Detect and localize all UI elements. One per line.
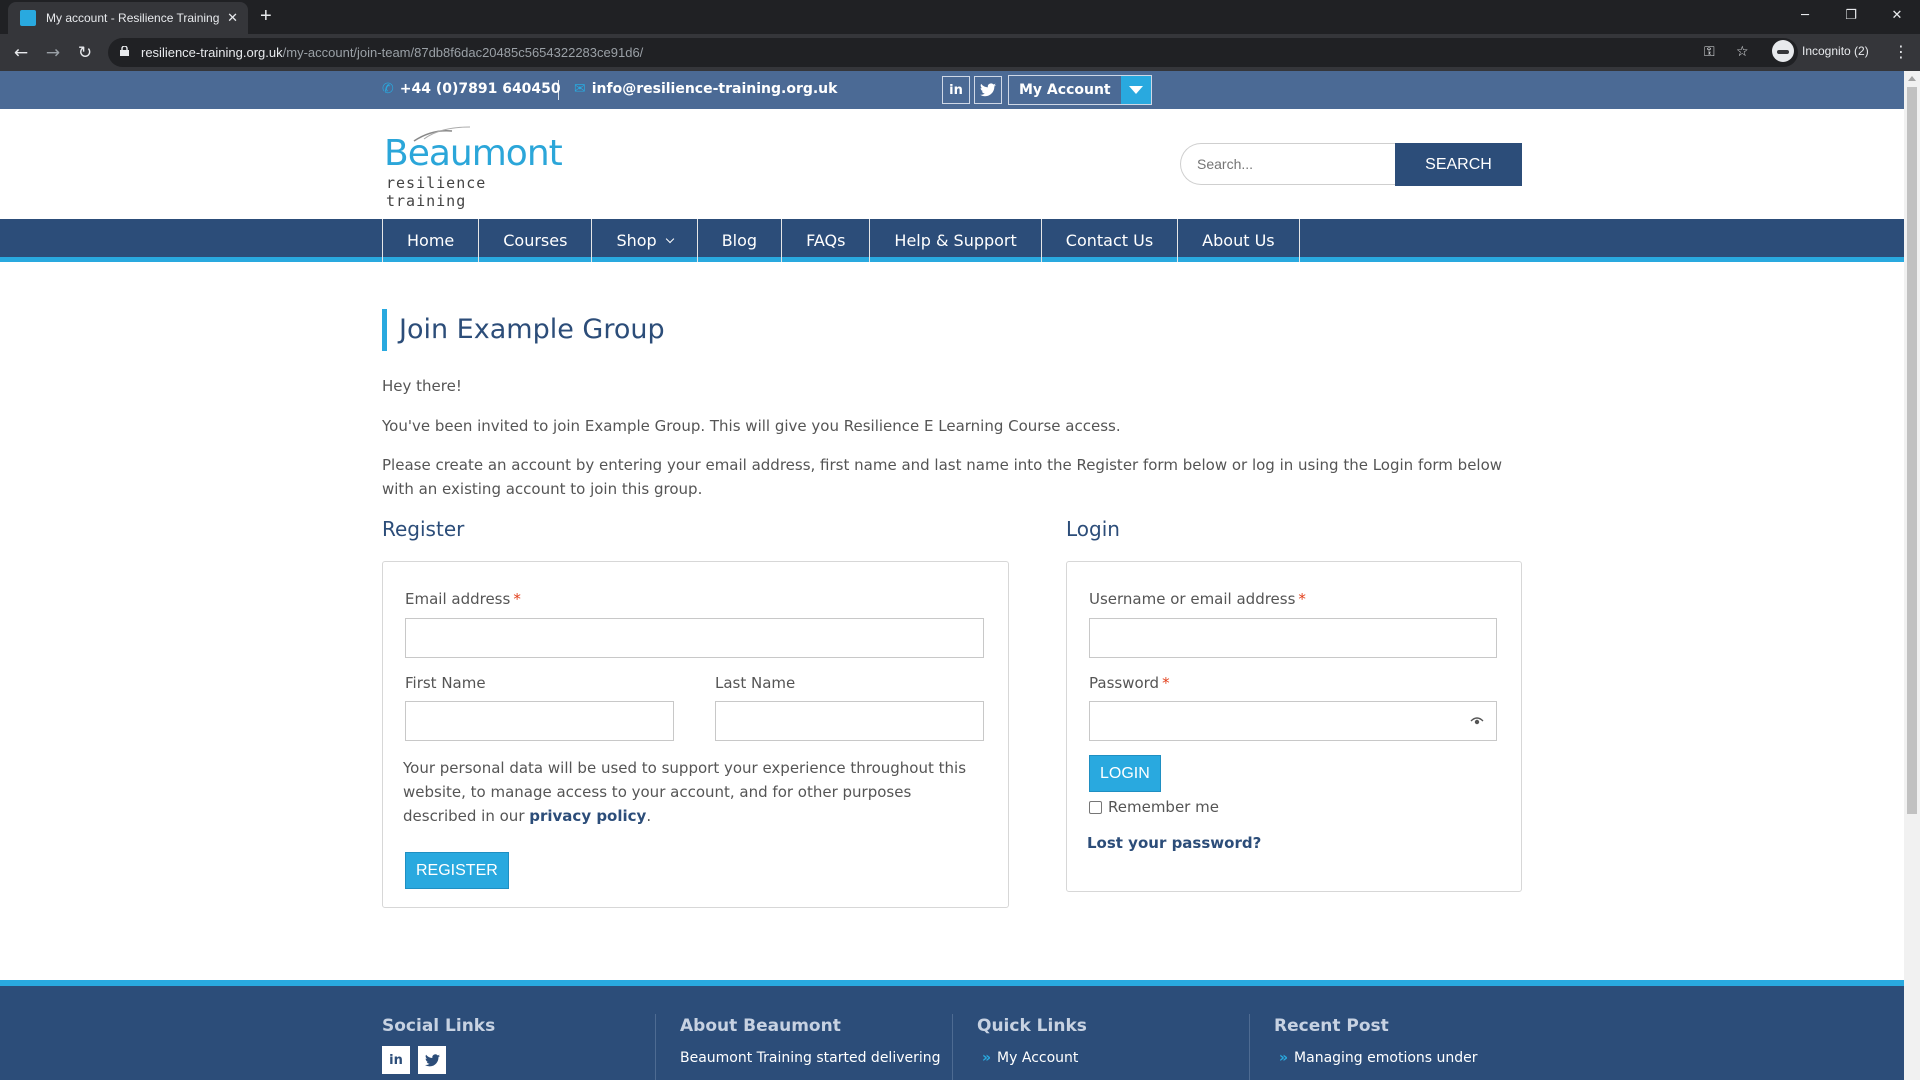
restore-icon[interactable]: ❐ [1828,0,1874,30]
nav-faqs[interactable]: FAQs [782,219,871,262]
login-button[interactable]: LOGIN [1089,755,1161,792]
scroll-thumb[interactable] [1907,87,1917,814]
email-address: info@resilience-training.org.uk [591,81,838,97]
phone-number: +44 (0)7891 640450 [399,81,561,97]
last-name-label: Last Name [715,674,796,692]
nav-courses[interactable]: Courses [479,219,593,262]
footer-linkedin-icon[interactable]: in [382,1046,410,1074]
main-nav: Home Courses Shop Blog FAQs Help & Suppo… [0,219,1904,262]
nav-about-us[interactable]: About Us [1178,219,1300,262]
show-password-icon[interactable] [1470,716,1484,726]
login-heading: Login [1066,517,1120,541]
site-favicon-icon [20,10,36,26]
new-tab-icon[interactable]: + [260,5,272,28]
instructions-text: Please create an account by entering you… [382,456,1503,498]
browser-menu-icon[interactable]: ⋮ [1893,42,1909,61]
footer-twitter-icon[interactable] [418,1046,446,1074]
nav-contact-us[interactable]: Contact Us [1042,219,1179,262]
dropdown-arrow-icon [1120,76,1151,104]
password-field[interactable] [1089,701,1497,741]
minimize-icon[interactable]: ─ [1782,0,1828,30]
remember-me-label: Remember me [1108,798,1219,816]
remember-me-checkbox[interactable] [1089,800,1102,814]
my-account-dropdown[interactable]: My Account [1008,75,1152,105]
phone-icon: ✆ [382,81,394,97]
footer-divider [1249,1014,1250,1080]
footer-social-heading: Social Links [382,1016,496,1036]
address-bar[interactable]: resilience-training.org.uk/my-account/jo… [108,38,1798,67]
footer-about-heading: About Beaumont [680,1016,841,1036]
footer-divider [952,1014,953,1080]
phone-contact[interactable]: ✆ +44 (0)7891 640450 [382,81,561,97]
first-name-label: First Name [405,674,486,692]
window-close-icon[interactable]: ✕ [1874,0,1920,30]
chevron-down-icon [665,234,674,244]
password-label: Password * [1089,674,1170,692]
page-scrollbar[interactable] [1904,71,1920,1080]
register-form: Email address * First Name Last Name Your… [382,561,1009,908]
linkedin-icon[interactable]: in [942,76,970,104]
privacy-policy-link[interactable]: privacy policy [529,807,646,825]
footer-divider [655,1014,656,1080]
nav-blog[interactable]: Blog [698,219,783,262]
email-label: Email address * [405,590,521,608]
username-field[interactable] [1089,618,1497,658]
bookmark-star-icon[interactable]: ☆ [1736,44,1749,60]
nav-home[interactable]: Home [383,219,480,262]
register-heading: Register [382,517,465,541]
footer-recent-post-link[interactable]: » Managing emotions under [1279,1050,1478,1066]
top-contact-bar: ✆ +44 (0)7891 640450 ✉ info@resilience-t… [0,71,1904,109]
footer-quick-link[interactable]: » My Account [982,1050,1078,1066]
login-form: Username or email address * Password * LOG… [1066,561,1522,892]
incognito-profile-button[interactable]: Incognito (2) [1772,40,1869,62]
scroll-up-icon[interactable] [1908,76,1916,81]
remember-me-row[interactable]: Remember me [1089,798,1219,816]
envelope-icon: ✉ [574,81,586,97]
incognito-label: Incognito (2) [1802,44,1869,58]
logo-tagline: resilience training [386,174,487,210]
lost-password-link[interactable]: Lost your password? [1087,834,1261,852]
incognito-icon [1772,40,1794,62]
username-label: Username or email address * [1089,590,1306,608]
browser-tab[interactable]: My account - Resilience Training ✕ [8,2,248,34]
greeting-text: Hey there! [382,377,462,395]
site-footer: Social Links in About Beaumont Beaumont … [0,980,1904,1080]
email-contact[interactable]: ✉ info@resilience-training.org.uk [574,81,837,97]
forward-icon[interactable]: → [42,42,64,64]
register-button[interactable]: REGISTER [405,852,509,889]
page-viewport: ✆ +44 (0)7891 640450 ✉ info@resilience-t… [0,71,1904,1080]
site-logo[interactable]: Beaumont resilience training [382,125,563,210]
contact-divider [558,80,559,100]
register-email-field[interactable] [405,618,984,658]
search-input[interactable] [1180,143,1396,185]
nav-shop[interactable]: Shop [592,219,698,262]
tab-title: My account - Resilience Training [46,11,220,25]
url-text: resilience-training.org.uk/my-account/jo… [141,45,644,60]
chevron-right-icon: » [1279,1050,1289,1066]
invite-text: You've been invited to join Example Grou… [382,417,1121,435]
page-title: Join Example Group [382,309,665,351]
tab-close-icon[interactable]: ✕ [227,10,238,26]
footer-about-text: Beaumont Training started delivering [680,1050,941,1066]
my-account-label: My Account [1009,76,1121,104]
key-icon[interactable]: ⚿ [1704,44,1715,60]
first-name-field[interactable] [405,701,674,741]
privacy-notice: Your personal data will be used to suppo… [403,759,967,825]
chevron-right-icon: » [982,1050,992,1066]
back-icon[interactable]: ← [10,42,32,64]
browser-tabbar: My account - Resilience Training ✕ + ─ ❐… [0,0,1920,34]
browser-toolbar: ← → ↻ resilience-training.org.uk/my-acco… [0,34,1920,71]
last-name-field[interactable] [715,701,984,741]
logo-wordmark: Beaumont [384,133,563,174]
nav-help-support[interactable]: Help & Support [870,219,1042,262]
twitter-icon[interactable] [974,76,1002,104]
lock-icon [120,46,129,56]
reload-icon[interactable]: ↻ [74,42,96,64]
search-button[interactable]: SEARCH [1395,143,1522,186]
footer-quick-heading: Quick Links [977,1016,1087,1036]
footer-recent-heading: Recent Post [1274,1016,1389,1036]
